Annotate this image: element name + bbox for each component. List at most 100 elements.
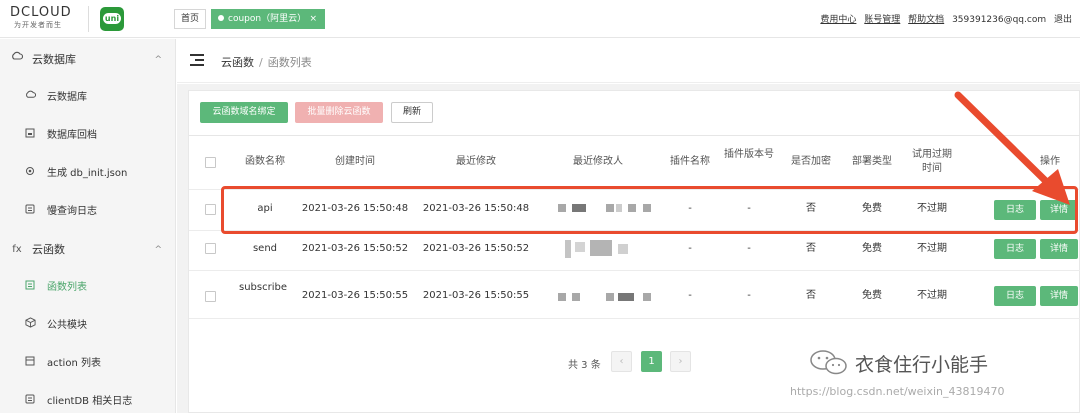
bind-domain-button[interactable]: 云函数域名绑定 (200, 102, 288, 123)
batch-delete-button[interactable]: 批量删除云函数 (295, 102, 383, 123)
sidebar-item-label: 生成 db_init.json (47, 168, 128, 179)
prev-page-button[interactable]: ‹ (611, 351, 632, 372)
log-icon (24, 193, 36, 231)
tab-coupon[interactable]: coupon（阿里云） × (211, 9, 325, 29)
pagination-total: 共 3 条 (568, 360, 601, 371)
sidebar-item-common-modules[interactable]: 公共模块 (0, 307, 176, 345)
dcloud-logo[interactable]: DCLOUD 为开发者而生 (10, 6, 82, 32)
sidebar-item-label: 慢查询日志 (47, 206, 97, 217)
cube-icon (24, 307, 36, 345)
sidebar-item-clientdb-log[interactable]: clientDB 相关日志 (0, 383, 176, 413)
breadcrumb-parent[interactable]: 云函数 (221, 56, 254, 69)
col-header-deploy: 部署类型 (852, 156, 892, 167)
cell-deploy: 免费 (862, 290, 882, 301)
redacted-modifier (643, 293, 651, 301)
action-icon (24, 345, 36, 383)
redacted-modifier (572, 293, 580, 301)
next-page-button[interactable]: › (670, 351, 691, 372)
sidebar-group-database[interactable]: 云数据库 ^ (0, 41, 176, 79)
generate-icon (24, 155, 36, 193)
row-checkbox[interactable] (205, 243, 216, 254)
tab-home[interactable]: 首页 (174, 9, 207, 29)
top-links: 费用中心 账号管理 帮助文档 359391236@qq.com 退出 (815, 12, 1072, 25)
cell-plugin: - (688, 243, 692, 254)
uni-app-icon: uni (100, 7, 124, 31)
redacted-modifier (606, 293, 614, 301)
cell-modified: 2021-03-26 15:50:52 (422, 243, 530, 254)
cell-encrypted: 否 (806, 290, 816, 301)
redacted-modifier (558, 293, 566, 301)
redacted-modifier (590, 240, 612, 256)
sidebar: 云数据库 ^ 云数据库 数据库回档 生成 db_init.json 慢查询日志 … (0, 39, 176, 413)
wechat-watermark-icon (810, 350, 847, 375)
fx-icon: fx (12, 244, 22, 255)
sidebar-item-restore[interactable]: 数据库回档 (0, 117, 176, 155)
row-checkbox[interactable] (205, 291, 216, 302)
breadcrumb-current: 函数列表 (267, 56, 312, 69)
col-header-encrypted: 是否加密 (791, 156, 831, 167)
sidebar-item-label: 公共模块 (47, 320, 87, 331)
sidebar-item-database[interactable]: 云数据库 (0, 79, 176, 117)
redacted-modifier (575, 242, 585, 252)
log-icon (24, 383, 36, 413)
user-email[interactable]: 359391236@qq.com (952, 15, 1046, 25)
cell-trial: 不过期 (917, 243, 947, 254)
cell-trial: 不过期 (917, 290, 947, 301)
cell-plugin: - (688, 290, 692, 301)
database-icon (24, 79, 36, 117)
detail-button[interactable]: 详情 (1040, 286, 1078, 306)
sidebar-group-label: 云数据库 (32, 53, 76, 66)
link-billing[interactable]: 费用中心 (820, 15, 856, 25)
breadcrumb: 云函数 / 函数列表 (221, 54, 312, 70)
logout-link[interactable]: 退出 (1054, 15, 1072, 25)
sidebar-item-action-list[interactable]: action 列表 (0, 345, 176, 383)
select-all-checkbox[interactable] (205, 157, 216, 168)
col-header-modifier: 最近修改人 (573, 156, 623, 167)
link-account[interactable]: 账号管理 (864, 15, 900, 25)
logo-divider (88, 6, 89, 32)
sidebar-item-db-init[interactable]: 生成 db_init.json (0, 155, 176, 193)
redacted-modifier (565, 240, 571, 258)
cell-plugin-version: - (747, 290, 751, 301)
close-icon[interactable]: × (309, 9, 317, 29)
log-button[interactable]: 日志 (994, 239, 1036, 259)
detail-button[interactable]: 详情 (1040, 239, 1078, 259)
cloud-database-icon (10, 41, 24, 79)
sidebar-item-label: action 列表 (47, 358, 101, 369)
page-1-button[interactable]: 1 (641, 351, 662, 372)
cell-name[interactable]: subscribe (236, 281, 290, 295)
cell-modified: 2021-03-26 15:50:55 (422, 290, 530, 301)
sidebar-item-label: 云数据库 (47, 92, 87, 103)
redacted-modifier (618, 293, 634, 301)
sidebar-item-label: 函数列表 (47, 282, 87, 293)
menu-toggle-icon[interactable] (190, 54, 204, 66)
cell-created: 2021-03-26 15:50:55 (301, 290, 409, 301)
watermark-url: https://blog.csdn.net/weixin_43819470 (790, 385, 1005, 398)
redacted-modifier (618, 244, 628, 254)
col-header-created: 创建时间 (335, 156, 375, 167)
row-checkbox[interactable] (205, 204, 216, 215)
list-icon (24, 269, 36, 307)
sidebar-item-label: 数据库回档 (47, 130, 97, 141)
restore-icon (24, 117, 36, 155)
sidebar-item-slow-log[interactable]: 慢查询日志 (0, 193, 176, 231)
chevron-up-icon: ^ (154, 245, 162, 255)
col-header-plugin-version: 插件版本号 (724, 149, 774, 160)
logo-text: DCLOUD (10, 5, 72, 20)
chevron-up-icon: ^ (154, 55, 162, 65)
link-help[interactable]: 帮助文档 (908, 15, 944, 25)
row-divider (189, 318, 1080, 319)
cell-created: 2021-03-26 15:50:52 (301, 243, 409, 254)
refresh-button[interactable]: 刷新 (391, 102, 433, 123)
col-header-modified: 最近修改 (456, 156, 496, 167)
top-bar: DCLOUD 为开发者而生 uni 首页 coupon（阿里云） × 费用中心 … (0, 0, 1080, 38)
sidebar-item-label: clientDB 相关日志 (47, 396, 133, 407)
row-divider (189, 270, 1080, 271)
sidebar-item-function-list[interactable]: 函数列表 (0, 269, 176, 307)
watermark-text: 衣食住行小能手 (855, 354, 989, 376)
log-button[interactable]: 日志 (994, 286, 1036, 306)
cell-deploy: 免费 (862, 243, 882, 254)
sidebar-group-functions[interactable]: fx 云函数 ^ (0, 231, 176, 269)
cell-name[interactable]: send (230, 242, 300, 256)
active-dot-icon (218, 15, 224, 21)
